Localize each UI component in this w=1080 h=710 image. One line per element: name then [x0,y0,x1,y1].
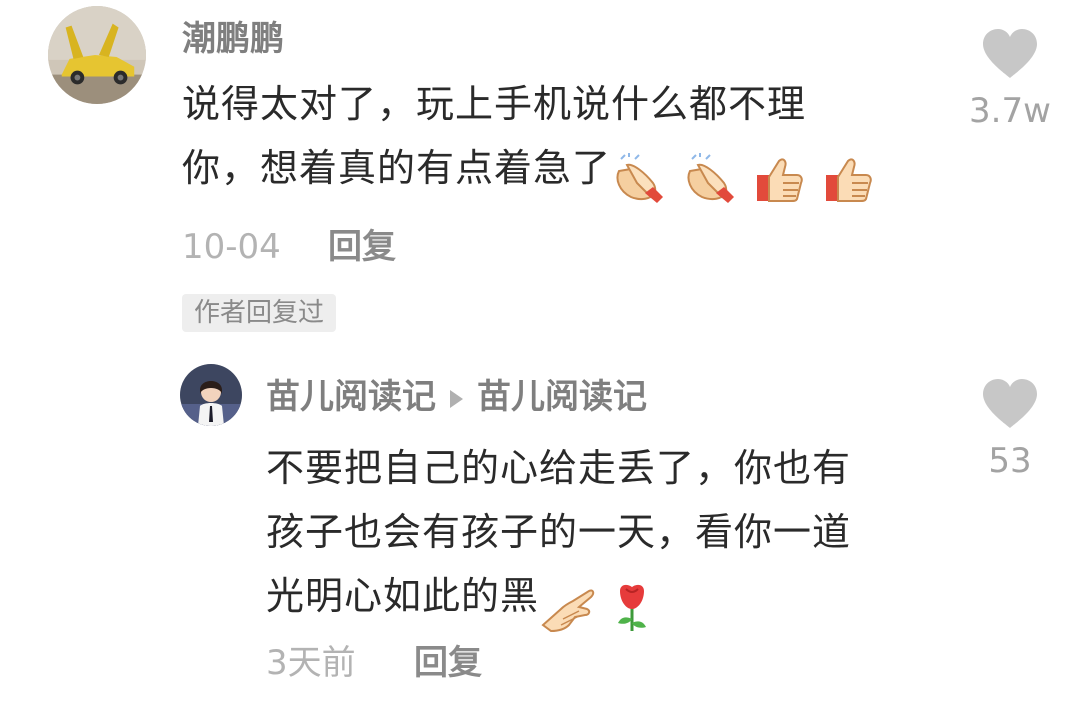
reply-button[interactable]: 回复 [328,230,396,264]
author-replied-badge: 作者回复过 [182,294,337,332]
reply-text-line: 光明心如此的黑 [266,574,540,618]
like-count: 53 [988,441,1032,481]
like-button[interactable]: 3.7w [960,28,1060,128]
reply-arrow-icon [450,389,463,408]
reply-username[interactable]: 苗儿阅读记 [266,377,436,417]
heart-icon [983,379,1037,428]
comment-username[interactable]: 潮鹏鹏 [182,22,284,56]
reply-to-username[interactable]: 苗儿阅读记 [477,377,647,417]
thumbs-up-icon [757,158,803,202]
reply-text-line-with-emoji: 光明心如此的黑 [266,564,956,633]
reply-button[interactable]: 回复 [414,646,482,680]
heart-icon [983,29,1037,78]
girl-avatar-image [180,364,242,426]
clapping-hands-icon [687,153,735,203]
clapping-hands-icon [616,153,664,203]
reply-text-line: 不要把自己的心给走丢了，你也有 [266,446,852,490]
avatar[interactable] [48,6,146,104]
comment-text-line: 你，想着真的有点着急了 [182,146,612,190]
comment-date: 10-04 [182,227,281,267]
reply-text-line: 孩子也会有孩子的一天，看你一道 [266,510,852,554]
reply-like-button[interactable]: 53 [960,378,1060,478]
comment-thread: 潮鹏鹏 说得太对了，玩上手机说什么都不理 你，想着真的有点着急了 10-04 回… [0,0,1080,710]
reply-avatar[interactable] [180,364,242,426]
comment-text: 说得太对了，玩上手机说什么都不理 你，想着真的有点着急了 [182,72,942,203]
pointing-hand-icon [541,589,595,633]
emoji-row [611,145,878,203]
thumbs-up-icon [826,158,873,202]
car-avatar-image [48,6,146,104]
reply-text: 不要把自己的心给走丢了，你也有 孩子也会有孩子的一天，看你一道 光明心如此的黑 [266,436,956,633]
reply-date: 3天前 [266,643,356,683]
rose-icon [618,584,647,631]
reply-username-line: 苗儿阅读记 苗儿阅读记 [266,380,647,414]
emoji-row [539,573,656,633]
like-count: 3.7w [969,91,1051,131]
comment-text-line-with-emoji: 你，想着真的有点着急了 [182,136,942,203]
comment-text-line: 说得太对了，玩上手机说什么都不理 [182,82,807,126]
